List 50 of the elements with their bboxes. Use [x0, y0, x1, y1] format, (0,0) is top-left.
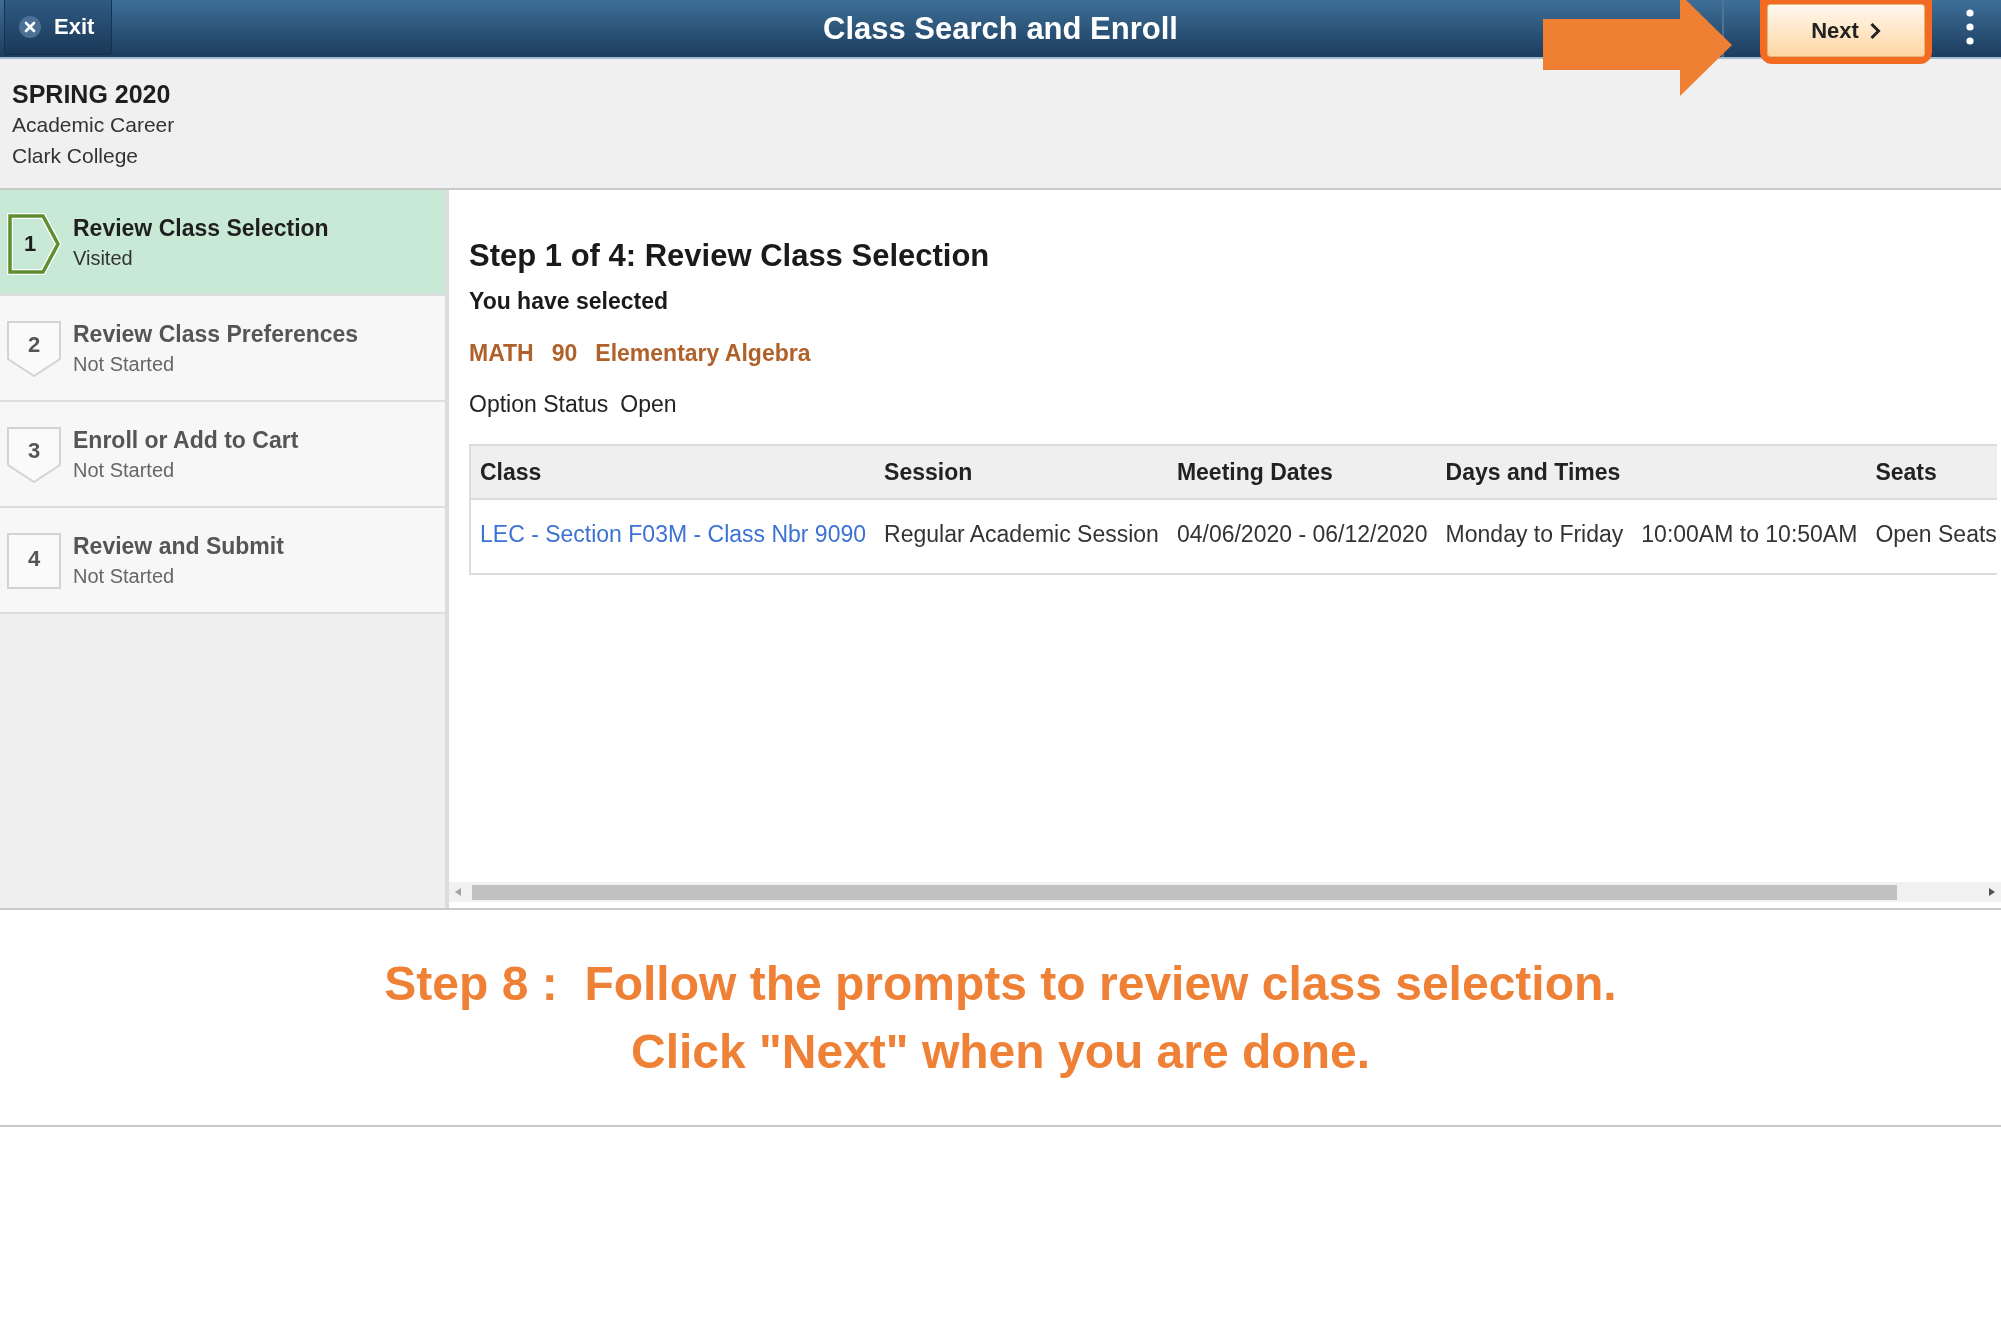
column-header: Class — [470, 445, 876, 499]
step-title: Enroll or Add to Cart — [73, 427, 299, 453]
column-header: Seats — [1866, 445, 1997, 499]
horizontal-scrollbar[interactable] — [449, 882, 2001, 902]
step-item[interactable]: 1 Review Class Selection Visited — [0, 190, 445, 296]
step-item[interactable]: 2 Review Class Preferences Not Started — [0, 296, 445, 402]
instruction-text: Step 8 : Follow the prompts to review class selection. — [384, 956, 1617, 1012]
exit-button[interactable]: Exit — [4, 0, 112, 55]
cell-text: 04/06/2020 - 06/12/2020 — [1176, 520, 1428, 547]
step-number: 2 — [7, 321, 61, 377]
more-options-icon[interactable] — [1966, 9, 1974, 45]
column-header: Session — [875, 445, 1168, 499]
step-heading: Step 1 of 4: Review Class Selection — [469, 238, 990, 274]
step-number: 4 — [7, 533, 61, 589]
option-status-label: Option Status — [469, 390, 609, 418]
step-title: Review Class Selection — [73, 215, 329, 241]
course-number: 90 — [551, 339, 578, 367]
option-status-value: Open — [620, 390, 677, 418]
column-header: Meeting Dates — [1167, 445, 1437, 499]
course-subject: MATH — [469, 339, 534, 367]
step-status: Not Started — [73, 564, 175, 589]
column-header: Days and Times — [1436, 445, 1867, 499]
step-title: Review and Submit — [73, 533, 284, 559]
next-button[interactable]: Next — [1767, 4, 1925, 57]
class-link[interactable]: LEC - Section F03M - Class Nbr 9090 — [480, 520, 867, 547]
step-status: Visited — [73, 246, 133, 271]
chevron-right-icon — [1868, 21, 1881, 40]
course-title: Elementary Algebra — [595, 339, 811, 367]
close-icon — [19, 16, 41, 38]
career-label: Academic Career — [12, 112, 175, 138]
step-item[interactable]: 4 Review and Submit Not Started — [0, 508, 445, 614]
institution-name: Clark College — [12, 143, 139, 169]
cell-text: 10:00AM to 10:50AM — [1641, 520, 1858, 547]
step-title: Review Class Preferences — [73, 321, 359, 347]
step-status: Not Started — [73, 352, 175, 377]
intro-text: You have selected — [469, 287, 668, 315]
step-number: 3 — [7, 427, 61, 483]
scroll-left-icon[interactable] — [455, 888, 461, 896]
instruction-text: Click "Next" when you are done. — [631, 1024, 1370, 1080]
scroll-right-icon[interactable] — [1989, 888, 1995, 896]
step-status: Not Started — [73, 458, 175, 483]
page-title: Class Search and Enroll — [823, 10, 1178, 48]
arrow-icon — [1543, 0, 1732, 96]
cell-text: Open Seats — [1875, 520, 1997, 547]
term-name: SPRING 2020 — [12, 79, 171, 110]
step-number: 1 — [7, 213, 61, 275]
step-item[interactable]: 3 Enroll or Add to Cart Not Started — [0, 402, 445, 508]
cell-text: Regular Academic Session — [884, 520, 1159, 547]
scrollbar-thumb[interactable] — [472, 884, 1897, 900]
cell-text: Monday to Friday — [1445, 520, 1624, 547]
